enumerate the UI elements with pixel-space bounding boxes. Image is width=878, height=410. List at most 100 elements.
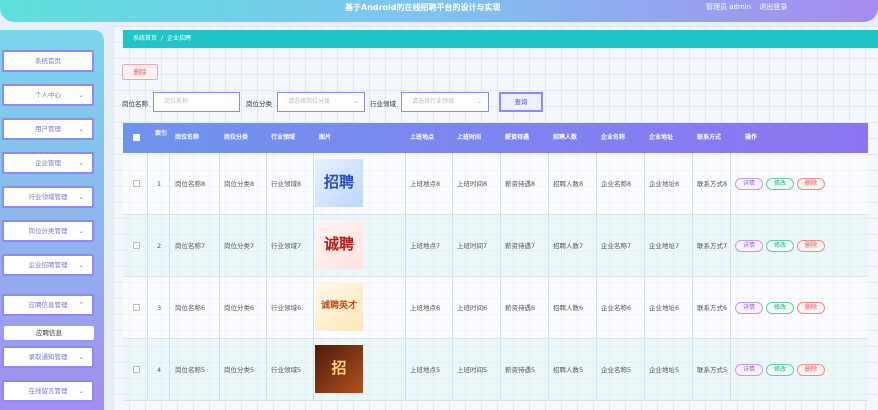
sidebar-item-label: 应聘信息管理 [28, 301, 68, 309]
job-category-select[interactable]: 请选择岗位分类 ⌄ [277, 92, 365, 112]
column-divider [313, 339, 314, 400]
delete-button[interactable]: 删除 [797, 240, 825, 252]
detail-button[interactable]: 详情 [735, 364, 763, 376]
column-divider [548, 153, 549, 214]
table-row: 1 岗位名称8 岗位分类8 行业领域8 上班地点8 上班时间8 薪资待遇8 招聘人数8 企业名称… [123, 153, 868, 215]
sidebar-item-recruitment[interactable]: 企业招聘管理 ⌄ [2, 254, 94, 276]
industry-label: 行业领域 [370, 100, 396, 108]
column-header-work-time: 上班时间 [457, 134, 482, 141]
job-category: 岗位分类6 [224, 304, 255, 312]
detail-button[interactable]: 详情 [735, 302, 763, 314]
column-divider [147, 277, 148, 338]
column-header-image: 图片 [319, 134, 332, 141]
sidebar-item-companies[interactable]: 企业管理 ⌄ [2, 152, 94, 174]
column-divider [644, 215, 645, 276]
column-divider [266, 339, 267, 400]
edit-button[interactable]: 修改 [766, 178, 794, 190]
poster-text: 招 [331, 359, 347, 378]
chevron-down-icon: ⌄ [352, 98, 358, 105]
industry-select[interactable]: 请选择行业领域 ⌄ [401, 92, 489, 112]
sidebar-item-home[interactable]: 系统首页 [2, 50, 94, 72]
row-checkbox[interactable] [133, 180, 140, 187]
sidebar-item-label: 行业领域管理 [28, 193, 68, 201]
chevron-up-icon: ⌃ [78, 301, 84, 309]
row-checkbox[interactable] [133, 366, 140, 373]
sidebar-item-job-categories[interactable]: 岗位分类管理 ⌄ [2, 220, 94, 242]
work-location: 上班地点5 [410, 366, 441, 374]
column-divider [219, 339, 220, 400]
sidebar-item-users[interactable]: 用户管理 ⌄ [2, 118, 94, 140]
column-divider [692, 277, 693, 338]
salary: 薪资待遇6 [505, 304, 536, 312]
column-divider [644, 153, 645, 214]
sidebar-item-messages[interactable]: 在线留言管理 ⌄ [2, 380, 94, 402]
column-divider [548, 339, 549, 400]
job-category: 岗位分类5 [224, 366, 255, 374]
delete-button[interactable]: 删除 [797, 364, 825, 376]
column-divider [452, 153, 453, 214]
detail-button[interactable]: 详情 [735, 178, 763, 190]
detail-button[interactable]: 详情 [735, 240, 763, 252]
company-address: 企业地址7 [649, 242, 680, 250]
job-poster-image: 诚聘英才 [315, 283, 363, 331]
bulk-delete-button[interactable]: 删除 [122, 64, 158, 80]
poster-text: 诚聘 [323, 235, 354, 254]
column-divider [266, 153, 267, 214]
job-poster-image: 招 [315, 345, 363, 393]
search-button[interactable]: 查询 [499, 92, 543, 112]
column-divider [147, 215, 148, 276]
column-divider [596, 277, 597, 338]
logout-link[interactable]: 退出登录 [759, 3, 787, 11]
column-header-industry: 行业领域 [271, 134, 296, 141]
edit-button[interactable]: 修改 [766, 364, 794, 376]
row-index: 2 [157, 242, 162, 250]
breadcrumb-home[interactable]: 系统首页 [133, 35, 157, 42]
column-header-index: 索引 [154, 130, 167, 137]
sidebar-subitem-applications[interactable]: 应聘信息 [4, 326, 94, 340]
row-index: 1 [157, 180, 162, 188]
position-name-input[interactable]: 岗位名称 [153, 92, 240, 112]
column-divider [219, 215, 220, 276]
chevron-down-icon: ⌄ [78, 387, 84, 395]
edit-button[interactable]: 修改 [766, 302, 794, 314]
sidebar-item-industries[interactable]: 行业领域管理 ⌄ [2, 186, 94, 208]
chevron-down-icon: ⌄ [78, 261, 84, 269]
column-header-actions: 操作 [745, 134, 758, 141]
current-user: 管理员 admin [706, 3, 752, 11]
column-divider [219, 277, 220, 338]
row-checkbox[interactable] [133, 304, 140, 311]
sidebar-item-profile[interactable]: 个人中心 ⌄ [2, 84, 94, 106]
poster-text: 诚聘英才 [320, 301, 357, 312]
chevron-down-icon: ⌄ [78, 353, 84, 361]
edit-button[interactable]: 修改 [766, 240, 794, 252]
column-divider [644, 339, 645, 400]
column-divider [500, 339, 501, 400]
column-divider [596, 339, 597, 400]
column-divider [169, 339, 170, 400]
delete-button[interactable]: 删除 [797, 178, 825, 190]
headcount: 招聘人数8 [553, 180, 584, 188]
chevron-down-icon: ⌄ [78, 91, 84, 99]
delete-button[interactable]: 删除 [797, 302, 825, 314]
column-divider [452, 277, 453, 338]
sidebar-item-label: 用户管理 [35, 125, 61, 133]
industry: 行业领域7 [271, 242, 302, 250]
chevron-down-icon: ⌄ [78, 193, 84, 201]
column-divider [730, 339, 731, 400]
main-content: 系统首页 / 企业招聘 删除 岗位名称 岗位名称 岗位分类 请选择岗位分类 ⌄ 行业领… [113, 26, 878, 410]
position-name-label: 岗位名称 [122, 100, 148, 108]
column-divider [730, 153, 731, 214]
row-checkbox[interactable] [133, 242, 140, 249]
column-divider [452, 339, 453, 400]
table-row: 2 岗位名称7 岗位分类7 行业领域7 上班地点7 上班时间7 薪资待遇7 招聘人数7 企业名称… [123, 215, 868, 277]
select-all-checkbox[interactable] [133, 134, 140, 141]
poster-text: 招聘 [323, 173, 354, 192]
contact: 联系方式7 [697, 242, 728, 250]
sidebar-item-offers[interactable]: 录取通知管理 ⌄ [2, 346, 94, 368]
sidebar-item-label: 录取通知管理 [28, 353, 68, 361]
sidebar-item-applications[interactable]: 应聘信息管理 ⌃ [2, 294, 94, 316]
breadcrumb: 系统首页 / 企业招聘 [123, 30, 878, 48]
sidebar-item-label: 岗位分类管理 [28, 227, 68, 235]
column-divider [313, 153, 314, 214]
column-divider [500, 215, 501, 276]
